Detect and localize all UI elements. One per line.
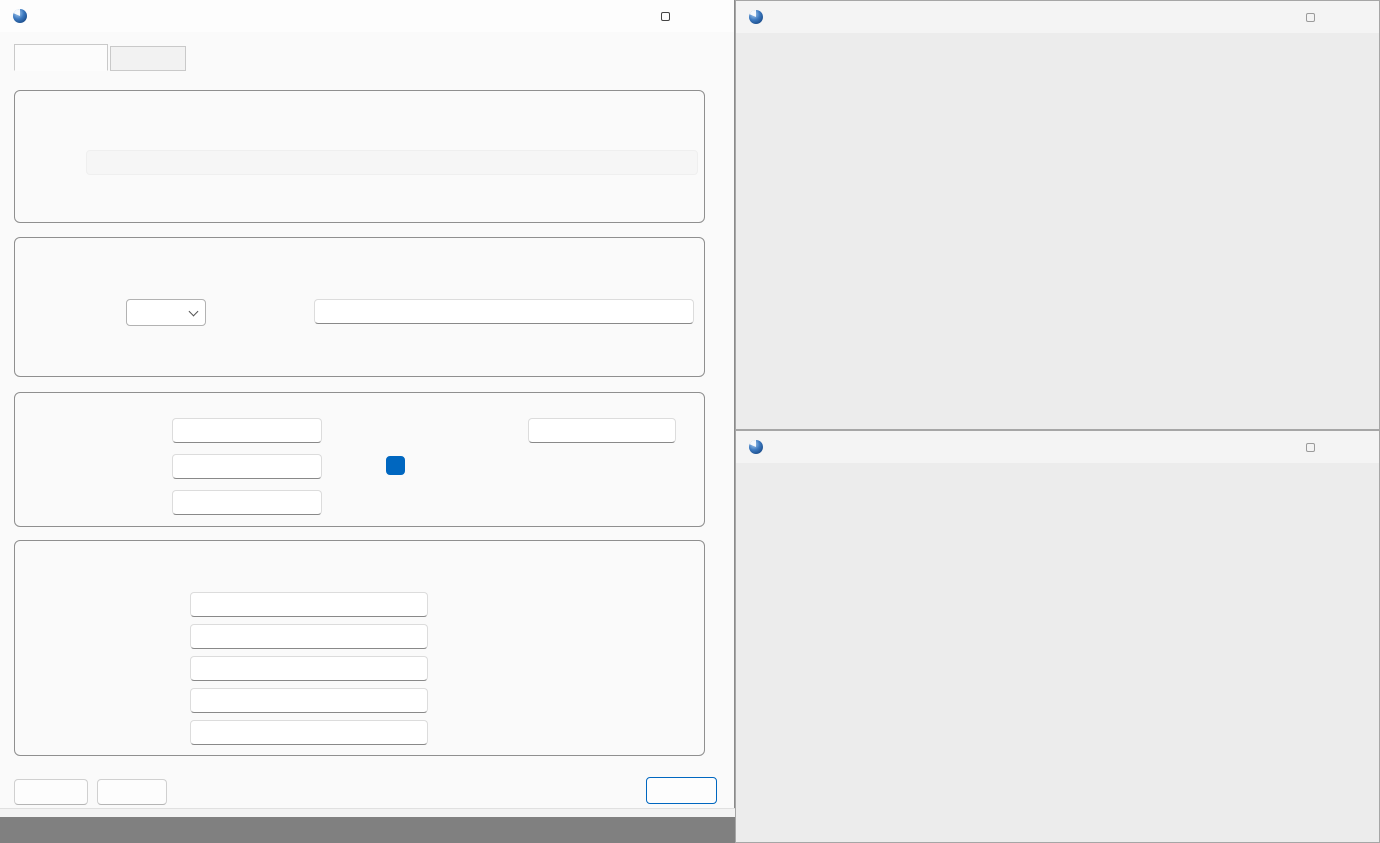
- desktop: [0, 0, 1380, 843]
- mean-diameter-field[interactable]: [190, 656, 428, 681]
- minimize-button[interactable]: [596, 0, 642, 32]
- quick-fit-button[interactable]: [14, 779, 88, 805]
- graph3-titlebar: [736, 431, 1379, 463]
- minimum-diameter-input[interactable]: [172, 418, 322, 443]
- app-icon: [748, 9, 764, 25]
- graph4-plot[interactable]: [736, 36, 1379, 431]
- close-button[interactable]: [1333, 1, 1379, 33]
- status-bar: [0, 817, 735, 843]
- chisq-field[interactable]: [190, 592, 428, 617]
- maximize-button[interactable]: [1287, 1, 1333, 33]
- contrast-input[interactable]: [172, 490, 322, 515]
- aspect-ratio-input[interactable]: [314, 299, 694, 324]
- model-name-select[interactable]: [126, 299, 206, 326]
- maximize-icon: [661, 12, 670, 21]
- tab-options[interactable]: [110, 46, 186, 71]
- bins-in-diameter-input[interactable]: [172, 454, 322, 479]
- maximize-button[interactable]: [642, 0, 688, 32]
- close-button[interactable]: [1333, 431, 1379, 463]
- close-button[interactable]: [688, 0, 734, 32]
- maximum-diameter-input[interactable]: [528, 418, 676, 443]
- tab-parameters[interactable]: [14, 44, 108, 71]
- maximize-button[interactable]: [1287, 431, 1333, 463]
- minimize-button[interactable]: [1241, 431, 1287, 463]
- logarithmic-binning-checkbox[interactable]: [386, 456, 405, 475]
- data-source-name-field[interactable]: [86, 150, 698, 175]
- help-button[interactable]: [646, 777, 717, 804]
- graph4-titlebar: [736, 1, 1379, 33]
- graph3-plot[interactable]: [736, 466, 1379, 843]
- footer-strip: [0, 808, 735, 817]
- full-fit-button[interactable]: [97, 779, 167, 805]
- graph4-window: [735, 0, 1380, 430]
- titlebar: [0, 0, 734, 32]
- app-icon: [12, 8, 28, 24]
- size-distribution-window: [0, 0, 735, 843]
- chevron-down-icon: [189, 307, 199, 317]
- total-volume-fraction-field[interactable]: [190, 624, 428, 649]
- minimize-button[interactable]: [1241, 1, 1287, 33]
- mode-diameter-field[interactable]: [190, 720, 428, 745]
- graph3-window: [735, 430, 1380, 843]
- maximize-icon: [1306, 13, 1315, 22]
- maximize-icon: [1306, 443, 1315, 452]
- distribution-parameters-group: [14, 392, 705, 527]
- app-icon: [748, 439, 764, 455]
- median-diameter-field[interactable]: [190, 688, 428, 713]
